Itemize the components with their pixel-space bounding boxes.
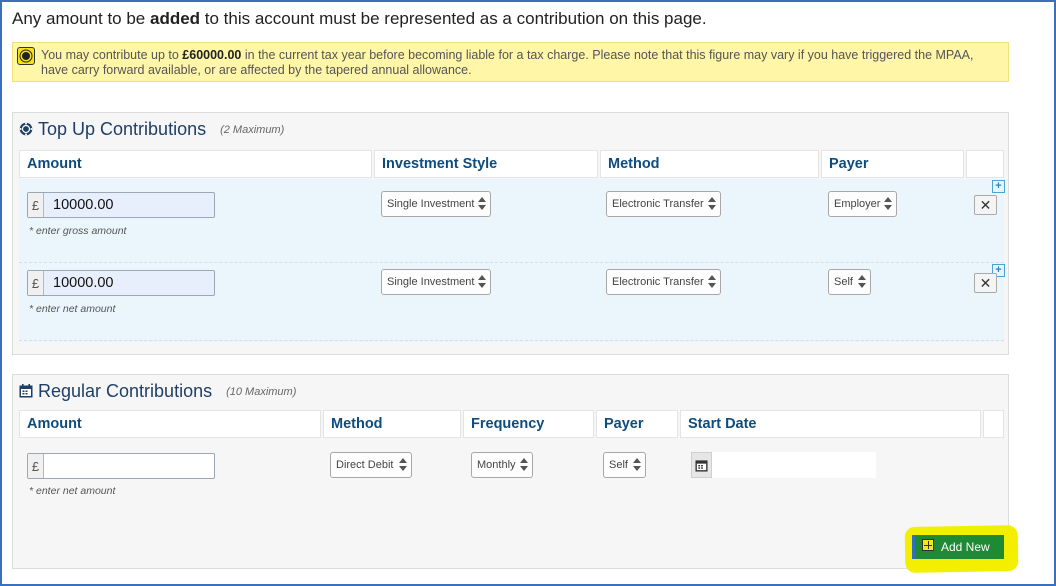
- top-up-title-text: Top Up Contributions: [38, 119, 207, 139]
- notice-amount: £60000.00: [182, 48, 242, 62]
- method-select[interactable]: Electronic Transfer: [606, 269, 721, 295]
- header-actions: [983, 410, 1004, 438]
- amount-input[interactable]: [44, 454, 214, 478]
- remove-row-button[interactable]: ✕: [974, 195, 997, 215]
- plus-icon: [922, 539, 934, 551]
- remove-row-button[interactable]: ✕: [974, 273, 997, 293]
- amount-input-group[interactable]: £ 10000.00: [27, 192, 215, 218]
- method-select[interactable]: Electronic Transfer: [606, 191, 721, 217]
- method-value: Electronic Transfer: [612, 198, 704, 210]
- top-up-max: (2 Maximum): [220, 124, 285, 136]
- investment-style-value: Single Investment: [387, 198, 475, 210]
- amount-hint: * enter net amount: [29, 303, 116, 315]
- row-separator: [19, 340, 1004, 341]
- select-arrows-icon: [708, 196, 716, 212]
- calendar-icon: [19, 384, 33, 398]
- select-arrows-icon: [858, 274, 866, 290]
- start-date-input[interactable]: [712, 452, 876, 478]
- row-separator: [19, 262, 1004, 263]
- intro-before: Any amount to be: [12, 9, 150, 28]
- header-method: Method: [600, 150, 819, 178]
- intro-after: to this account must be represented as a…: [200, 9, 707, 28]
- amount-input-group[interactable]: £: [27, 453, 215, 479]
- investment-style-select[interactable]: Single Investment: [381, 269, 491, 295]
- pound-icon: £: [28, 271, 44, 295]
- select-arrows-icon: [884, 196, 892, 212]
- header-frequency: Frequency: [463, 410, 594, 438]
- notice-text-before: You may contribute up to: [41, 48, 183, 62]
- select-arrows-icon: [478, 196, 486, 212]
- amount-input[interactable]: 10000.00: [44, 271, 214, 295]
- payer-value: Self: [834, 276, 853, 288]
- top-up-title: Top Up Contributions (2 Maximum): [19, 119, 284, 140]
- select-arrows-icon: [633, 457, 641, 473]
- calendar-icon: [695, 460, 708, 472]
- header-amount: Amount: [19, 150, 372, 178]
- regular-title-text: Regular Contributions: [38, 381, 213, 401]
- header-start-date: Start Date: [680, 410, 981, 438]
- amount-input-group[interactable]: £ 10000.00: [27, 270, 215, 296]
- payer-select[interactable]: Self: [828, 269, 871, 295]
- amount-hint: * enter net amount: [29, 485, 116, 497]
- amount-input[interactable]: 10000.00: [44, 193, 214, 217]
- regular-title: Regular Contributions (10 Maximum): [19, 381, 296, 402]
- investment-style-select[interactable]: Single Investment: [381, 191, 491, 217]
- add-row-icon[interactable]: +: [992, 180, 1005, 193]
- intro-text: Any amount to be added to this account m…: [12, 9, 707, 29]
- payer-select[interactable]: Employer: [828, 191, 897, 217]
- calendar-picker-button[interactable]: [691, 452, 712, 478]
- payer-value: Self: [609, 459, 628, 471]
- intro-bold: added: [149, 9, 201, 28]
- header-actions: [966, 150, 1004, 178]
- frequency-value: Monthly: [477, 459, 516, 471]
- select-arrows-icon: [399, 457, 407, 473]
- method-value: Electronic Transfer: [612, 276, 704, 288]
- method-value: Direct Debit: [336, 459, 394, 471]
- method-select[interactable]: Direct Debit: [330, 452, 412, 478]
- header-payer: Payer: [596, 410, 678, 438]
- pound-icon: £: [28, 193, 44, 217]
- add-new-button[interactable]: Add New: [912, 535, 1004, 559]
- frequency-select[interactable]: Monthly: [471, 452, 533, 478]
- regular-panel: Regular Contributions (10 Maximum) Amount…: [12, 374, 1009, 569]
- info-icon: [17, 47, 35, 65]
- investment-style-value: Single Investment: [387, 276, 475, 288]
- select-arrows-icon: [520, 457, 528, 473]
- header-amount: Amount: [19, 410, 321, 438]
- regular-max: (10 Maximum): [226, 386, 297, 398]
- add-new-label: Add New: [941, 540, 990, 554]
- payer-value: Employer: [834, 198, 881, 210]
- tax-notice: You may contribute up to £60000.00 in th…: [12, 42, 1009, 82]
- coins-icon: [19, 122, 33, 136]
- select-arrows-icon: [708, 274, 716, 290]
- header-payer: Payer: [821, 150, 964, 178]
- select-arrows-icon: [478, 274, 486, 290]
- pound-icon: £: [28, 454, 44, 478]
- top-up-panel: Top Up Contributions (2 Maximum) Amount I…: [12, 112, 1009, 355]
- header-method: Method: [323, 410, 461, 438]
- start-date-group: [691, 452, 876, 478]
- amount-hint: * enter gross amount: [29, 225, 127, 237]
- payer-select[interactable]: Self: [603, 452, 646, 478]
- header-investment-style: Investment Style: [374, 150, 598, 178]
